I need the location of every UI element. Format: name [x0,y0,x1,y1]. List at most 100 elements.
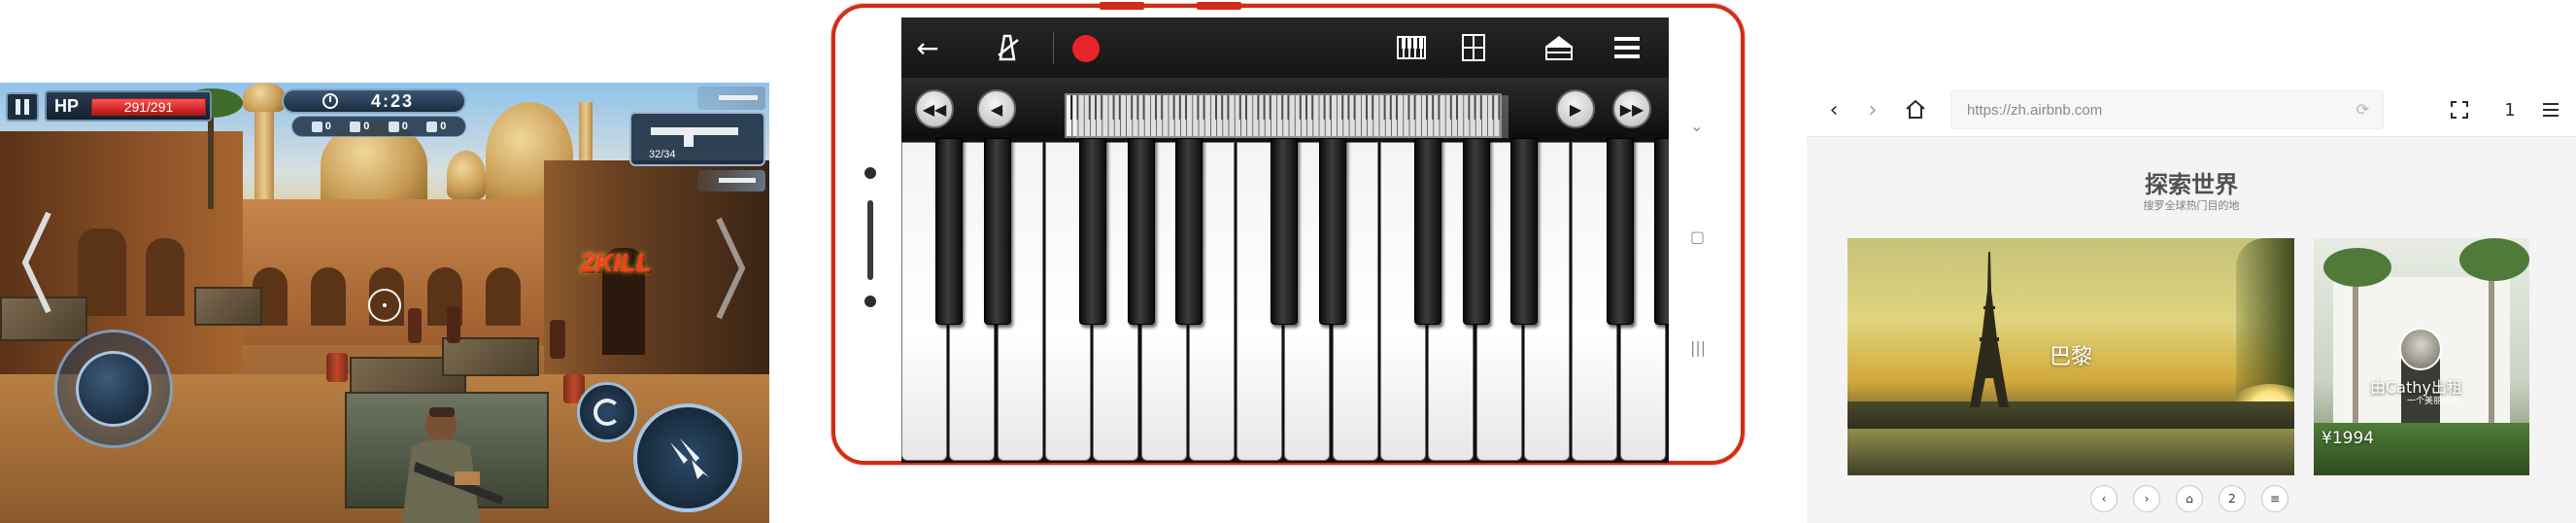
stat-gem: 0 [311,121,331,132]
piano-toolbar: ← [901,17,1669,78]
enemy-soldier [550,320,565,359]
palm-fronds [2323,248,2391,287]
stat-medkit: 0 [426,121,446,132]
tab-count[interactable]: 1 [2498,92,2522,127]
crate [194,287,262,326]
card-city-name: 巴黎 [2049,345,2092,369]
black-key[interactable] [983,138,1011,325]
forward-icon[interactable]: › [1861,92,1884,127]
reload-icon [593,399,621,426]
hp-value: 291/291 [123,99,174,115]
enemy-soldier [408,308,422,343]
piano-keys-icon[interactable] [1395,32,1428,63]
weapon-slot-primary[interactable]: 32/34 [629,112,765,166]
home-icon[interactable]: ⌂ [2176,485,2203,512]
browser-window: ‹ › https://zh.airbnb.com ⟳ 1 探索世界 搜罗全球热… [1807,83,2576,523]
keyboard-minimap[interactable] [1065,93,1508,138]
joystick-knob[interactable] [76,351,152,427]
stat-deaths: 0 [388,121,408,132]
rifle-icon [651,127,738,135]
forward-icon[interactable]: › [2133,485,2160,512]
chevron-left-icon[interactable] [21,209,52,316]
stat-value: 0 [440,121,447,132]
kill-count: 2 [581,248,595,277]
gem-icon [311,121,322,132]
listing-price: ¥1994 [2322,429,2375,448]
black-key[interactable] [1174,138,1203,325]
match-timer: 4:23 [282,88,466,114]
phone-frame: ⌄ ▢ ||| ← ◀◀ ◀ ▶ ▶▶ [831,2,1745,465]
arrow-left-icon[interactable]: ← [911,32,944,64]
river-bank [1847,401,2294,431]
chevron-right-icon: ▶ [1569,99,1582,119]
game-screen: HP 291/291 4:23 0 0 0 0 32/34 2KILL [0,83,769,523]
black-key[interactable] [1127,138,1155,325]
reload-button[interactable] [577,382,637,442]
weapon-slot-secondary[interactable] [697,87,765,110]
black-key[interactable] [935,138,964,325]
menu-icon[interactable] [1610,32,1644,63]
destination-card-paris[interactable]: 巴黎 [1847,238,2294,475]
clock-icon [322,93,338,109]
scroll-right-button[interactable]: ▶ [1556,89,1595,128]
hp-panel: HP 291/291 [45,90,212,122]
tab-count[interactable]: 2 [2219,485,2246,512]
black-key[interactable] [1414,138,1442,325]
home-icon[interactable] [1904,92,1927,127]
metronome-icon[interactable] [991,32,1024,63]
skull-icon [388,121,399,132]
rifle-grip [684,133,694,147]
scroll-left-button[interactable]: ◀ [977,89,1016,128]
weapon-slot-tertiary[interactable] [697,170,765,192]
minimap-viewport[interactable] [1076,95,1508,138]
black-key[interactable] [1271,138,1299,325]
pause-button[interactable] [6,92,39,122]
bullets-icon [670,438,709,479]
back-icon[interactable]: ‹ [2090,485,2118,512]
menu-icon[interactable] [2539,92,2562,127]
toolbar-divider [1053,31,1054,64]
hp-label: HP [54,96,80,116]
phone-speaker [867,200,873,280]
front-camera [864,167,876,179]
softkey-recents[interactable]: ||| [1690,338,1706,357]
fire-button[interactable] [633,403,742,512]
ammo-count: 32/34 [649,149,676,160]
softkey-back[interactable]: ⌄ [1690,117,1703,135]
black-key[interactable] [1606,138,1634,325]
arch [311,267,346,326]
listing-card[interactable]: 由Cathy出租 一个美丽的家 ¥1994 [2314,238,2529,475]
black-key[interactable] [1462,138,1490,325]
piano-keyboard [901,138,1669,463]
black-key[interactable] [1079,138,1107,325]
black-key[interactable] [1653,138,1669,325]
double-chevron-left-icon: ◀◀ [922,99,947,119]
dome [243,83,286,112]
stat-value: 0 [401,121,408,132]
back-icon[interactable]: ‹ [1822,92,1846,127]
url-text: https://zh.airbnb.com [1967,102,2103,119]
palm-fronds [2459,238,2529,281]
address-bar[interactable]: https://zh.airbnb.com ⟳ [1950,90,2384,129]
chevron-left-icon: ◀ [990,99,1003,119]
record-icon[interactable] [1072,35,1100,62]
fullscreen-icon[interactable] [2448,92,2471,127]
avatar [2399,328,2442,370]
enemy-soldier [447,306,460,343]
page-title: 探索世界 [2145,171,2238,198]
menu-icon[interactable]: ≡ [2261,485,2288,512]
page-subtitle: 搜罗全球热门目的地 [2143,199,2240,212]
reload-icon[interactable]: ⟳ [2356,100,2369,119]
host-subtitle: 一个美丽的家 [2407,397,2460,406]
dual-keyboard-icon[interactable] [1457,32,1490,63]
softkey-home[interactable]: ▢ [1690,227,1705,246]
phone-button [1197,2,1241,10]
scroll-far-right-button[interactable]: ▶▶ [1612,89,1651,128]
chevron-right-icon[interactable] [715,215,746,322]
gun-icon [719,178,756,183]
grand-piano-icon[interactable] [1542,32,1576,63]
black-key[interactable] [1318,138,1346,325]
palm-tree [2489,258,2494,433]
scroll-far-left-button[interactable]: ◀◀ [915,89,954,128]
black-key[interactable] [1509,138,1538,325]
